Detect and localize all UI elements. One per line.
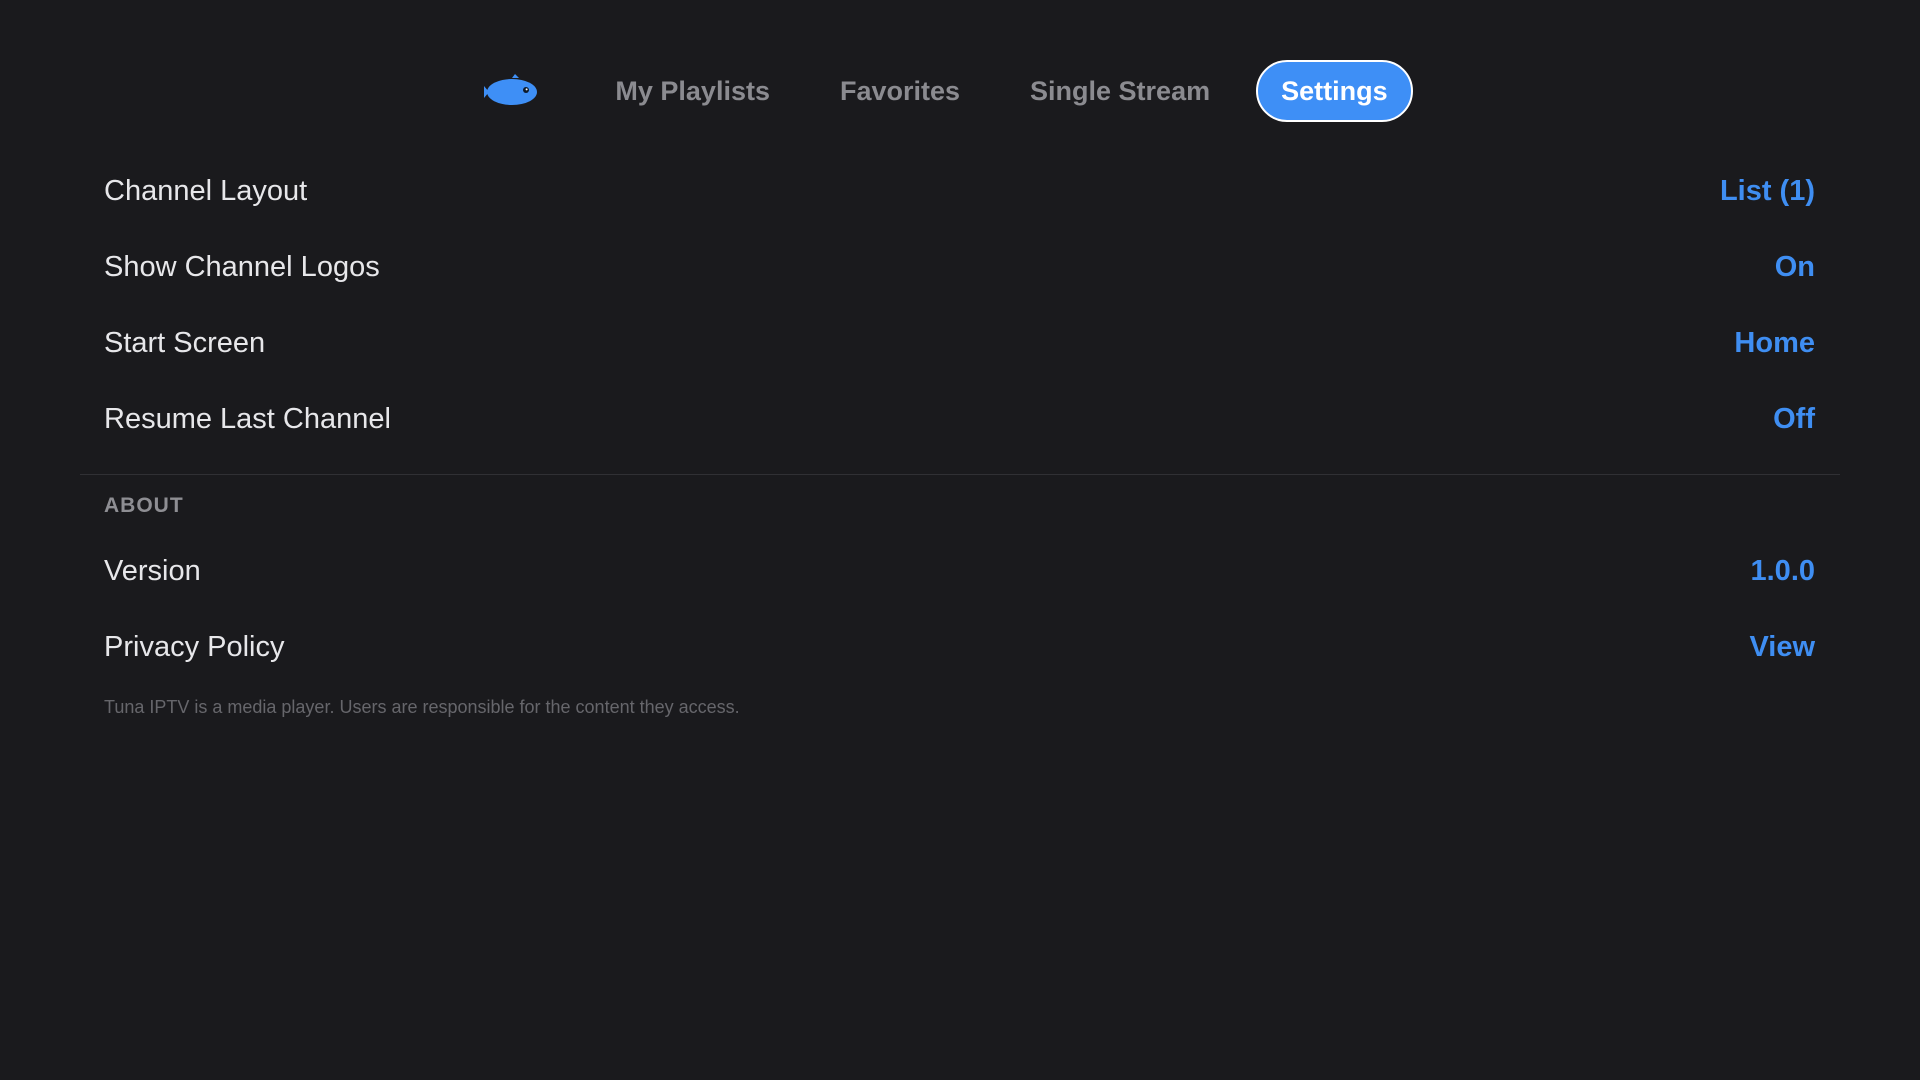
about-label: Version — [104, 554, 201, 587]
privacy-policy-view-link[interactable]: View — [1749, 631, 1815, 664]
setting-row-channel-layout[interactable]: Channel Layout List (1) — [104, 161, 1815, 221]
fish-icon — [484, 71, 540, 111]
setting-value: List (1) — [1719, 174, 1815, 207]
about-row-privacy-policy[interactable]: Privacy Policy View — [104, 617, 1815, 677]
about-label: Privacy Policy — [104, 630, 285, 663]
tab-favorites[interactable]: Favorites — [816, 60, 984, 122]
about-value: 1.0.0 — [1750, 554, 1816, 587]
setting-value: Off — [1773, 402, 1815, 435]
disclaimer-text: Tuna IPTV is a media player. Users are r… — [104, 697, 740, 717]
settings-screen: My Playlists Favorites Single Stream Set… — [0, 0, 1920, 1080]
setting-row-show-channel-logos[interactable]: Show Channel Logos On — [104, 237, 1815, 297]
top-nav: My Playlists Favorites Single Stream Set… — [0, 58, 1920, 124]
setting-label: Show Channel Logos — [104, 250, 380, 283]
section-divider — [80, 474, 1840, 475]
tab-single-stream[interactable]: Single Stream — [1006, 60, 1234, 122]
setting-label: Channel Layout — [104, 174, 308, 207]
setting-row-start-screen[interactable]: Start Screen Home — [104, 313, 1815, 373]
tab-settings[interactable]: Settings — [1256, 60, 1413, 122]
tab-my-playlists[interactable]: My Playlists — [591, 60, 794, 122]
setting-value: Home — [1734, 326, 1815, 359]
setting-row-resume-last-channel[interactable]: Resume Last Channel Off — [104, 389, 1815, 449]
setting-label: Start Screen — [104, 326, 266, 359]
setting-label: Resume Last Channel — [104, 402, 391, 435]
about-section-header: ABOUT — [104, 494, 184, 517]
setting-value: On — [1774, 250, 1815, 283]
about-row-version[interactable]: Version 1.0.0 — [104, 541, 1815, 601]
